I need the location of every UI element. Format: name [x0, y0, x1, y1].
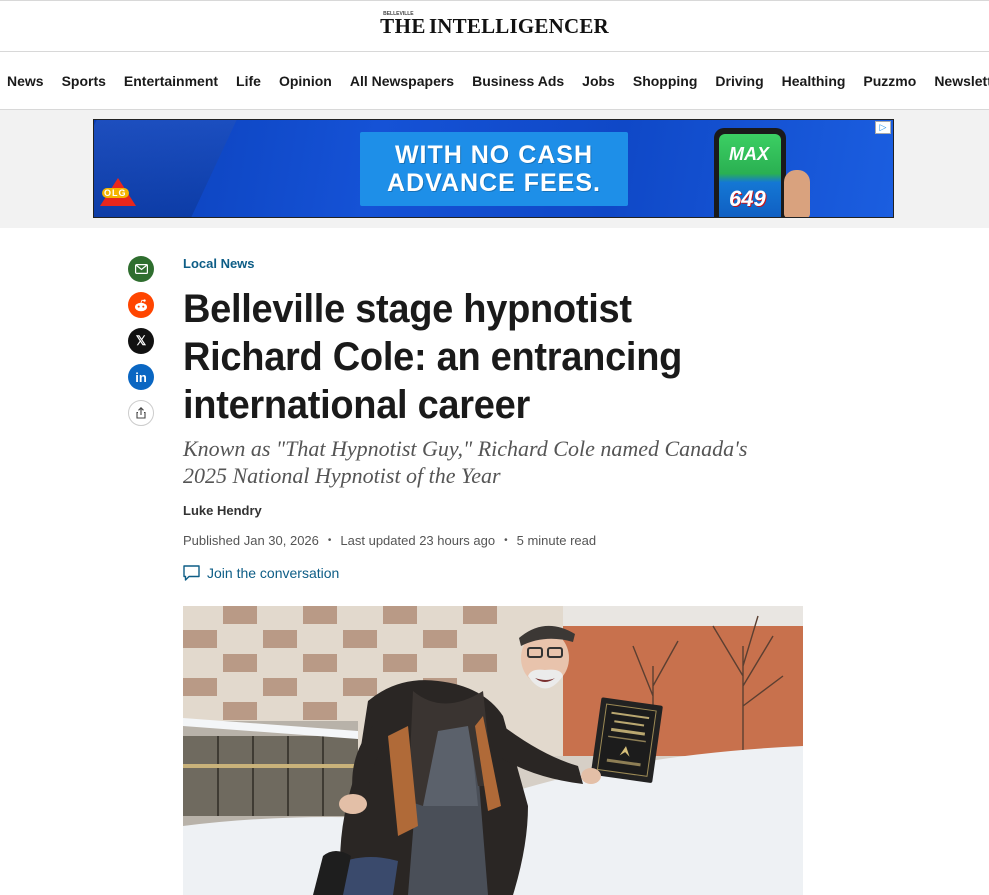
ad-banner[interactable]: OLG WITH NO CASH ADVANCE FEES. MAX 649 ▷ [93, 119, 894, 218]
nav-item-shopping[interactable]: Shopping [633, 73, 698, 89]
ad-line-1: WITH NO CASH [394, 141, 594, 169]
email-icon [134, 264, 148, 274]
article-dek: Known as "That Hypnotist Guy," Richard C… [183, 436, 748, 488]
ad-container: OLG WITH NO CASH ADVANCE FEES. MAX 649 ▷ [0, 110, 989, 228]
nav-item-healthing[interactable]: Healthing [782, 73, 846, 89]
article-meta: Published Jan 30, 2026 • Last updated 23… [183, 533, 823, 548]
nav-item-sports[interactable]: Sports [62, 73, 106, 89]
main-nav: News Sports Entertainment Life Opinion A… [0, 52, 989, 110]
masthead: BELLEVILLE THE INTELLIGENCER [0, 0, 989, 52]
share-rail: 𝕏 in [128, 256, 154, 426]
linkedin-share-button[interactable]: in [128, 364, 154, 390]
nav-item-business-ads[interactable]: Business Ads [472, 73, 564, 89]
ad-phone-screen: MAX 649 [719, 134, 781, 217]
ad-lotto-max: MAX [729, 144, 769, 164]
logo-the-text: THE [380, 13, 426, 38]
nav-item-puzzmo[interactable]: Puzzmo [863, 73, 916, 89]
x-icon: 𝕏 [135, 333, 147, 348]
hero-photo[interactable] [183, 606, 803, 895]
nav-item-all-newspapers[interactable]: All Newspapers [350, 73, 454, 89]
ad-lotto-649: 649 [729, 186, 766, 211]
nav-item-jobs[interactable]: Jobs [582, 73, 615, 89]
olg-logo: OLG [100, 178, 136, 206]
meta-separator: • [327, 535, 332, 546]
generic-share-button[interactable] [128, 400, 154, 426]
author-link[interactable]: Luke Hendry [183, 503, 823, 518]
nav-item-entertainment[interactable]: Entertainment [124, 73, 218, 89]
comment-icon [183, 565, 200, 581]
reddit-share-button[interactable] [128, 292, 154, 318]
nav-item-life[interactable]: Life [236, 73, 261, 89]
ad-hand [784, 170, 810, 217]
hero-photo-image [183, 606, 803, 895]
join-conversation-label: Join the conversation [207, 565, 340, 581]
logo-the: BELLEVILLE THE [380, 10, 426, 39]
site-logo[interactable]: BELLEVILLE THE INTELLIGENCER [380, 10, 609, 39]
meta-separator: • [504, 535, 508, 546]
nav-item-driving[interactable]: Driving [715, 73, 763, 89]
x-share-button[interactable]: 𝕏 [128, 328, 154, 354]
ad-message: WITH NO CASH ADVANCE FEES. [360, 132, 628, 206]
ad-choices-icon[interactable]: ▷ [875, 121, 891, 134]
linkedin-icon: in [135, 369, 147, 385]
category-link[interactable]: Local News [183, 256, 823, 271]
email-share-button[interactable] [128, 256, 154, 282]
logo-tiny: BELLEVILLE [383, 10, 414, 17]
reddit-icon [135, 298, 147, 311]
nav-item-opinion[interactable]: Opinion [279, 73, 332, 89]
read-time: 5 minute read [516, 533, 597, 548]
share-icon [136, 407, 146, 419]
article-header: Local News Belleville stage hypnotist Ri… [183, 256, 823, 581]
ad-line-2: ADVANCE FEES. [387, 169, 601, 197]
nav-item-news[interactable]: News [7, 73, 44, 89]
logo-name: INTELLIGENCER [428, 13, 609, 38]
updated-time: Last updated 23 hours ago [340, 533, 496, 548]
join-conversation-link[interactable]: Join the conversation [183, 565, 823, 581]
published-date: Published Jan 30, 2026 [183, 533, 319, 548]
olg-text: OLG [102, 188, 129, 198]
article-headline: Belleville stage hypnotist Richard Cole:… [183, 287, 683, 427]
ad-phone-image: MAX 649 [714, 128, 786, 217]
nav-item-newsletters[interactable]: Newsletters [934, 73, 989, 89]
